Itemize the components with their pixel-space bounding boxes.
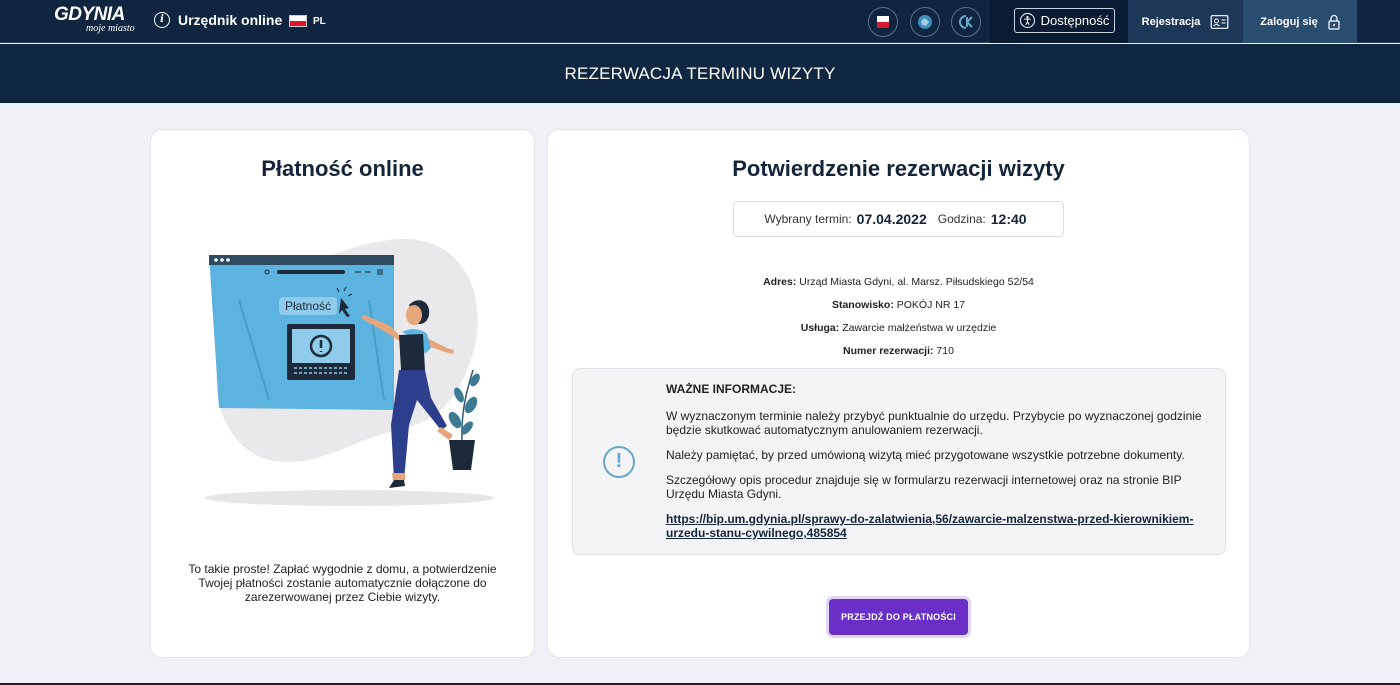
poland-flag-icon [289, 15, 307, 27]
accessibility-icon [1019, 13, 1035, 28]
logo-main-text: GDYNIA [54, 4, 125, 25]
important-info-content: WAŻNE INFORMACJE: W wyznaczonym terminie… [666, 382, 1206, 540]
ck-button[interactable] [951, 7, 981, 37]
detail-service: Usługa: Zawarcie małżeństwa w urzędzie [548, 322, 1249, 345]
confirmation-card: Potwierdzenie rezerwacji wizyty Wybrany … [547, 129, 1250, 658]
time-value: 12:40 [990, 211, 1027, 227]
top-bar: GDYNIA moje miasto i Urzędnik online PL [0, 0, 1400, 43]
info-paragraph-procedures: Szczegółowy opis procedur znajduje się w… [666, 473, 1182, 501]
reservation-details: Adres: Urząd Miasta Gdyni, al. Marsz. Pi… [548, 276, 1249, 368]
address-label: Adres: [763, 276, 797, 288]
ue-button[interactable] [910, 7, 940, 37]
register-button[interactable]: Rejestracja [1128, 0, 1243, 43]
payment-card-title: Płatność online [261, 156, 424, 181]
term-label: Wybrany termin: [764, 212, 852, 226]
important-info-title: WAŻNE INFORMACJE: [666, 382, 796, 396]
reservation-number-value: 710 [936, 345, 954, 357]
page-title-band: REZERWACJA TERMINU WIZYTY [0, 44, 1400, 103]
accessibility-button[interactable]: Dostępność [1014, 8, 1115, 33]
globe-icon [918, 15, 932, 29]
language-switcher[interactable]: PL [289, 15, 326, 27]
id-card-icon [1210, 14, 1229, 29]
service-label: Usługa: [800, 322, 840, 334]
register-label: Rejestracja [1141, 15, 1201, 28]
detail-reservation-number: Numer rezerwacji: 710 [548, 345, 1249, 368]
gdynia-logo[interactable]: GDYNIA moje miasto [54, 4, 144, 36]
selected-term-box: Wybrany termin: 07.04.2022 Godzina: 12:4… [733, 201, 1064, 237]
service-value: Zawarcie małżeństwa w urzędzie [842, 322, 997, 334]
epuap-button[interactable] [868, 7, 898, 37]
crest-icon [877, 16, 889, 28]
confirmation-card-title: Potwierdzenie rezerwacji wizyty [732, 156, 1065, 181]
station-label: Stanowisko: [831, 299, 894, 311]
language-label: PL [313, 15, 326, 27]
info-icon: i [154, 12, 170, 28]
login-label: Zaloguj się [1260, 15, 1318, 28]
bip-procedure-link[interactable]: https://bip.um.gdynia.pl/sprawy-do-zalat… [666, 512, 1206, 540]
info-paragraph-punctuality: W wyznaczonym terminie należy przybyć pu… [666, 409, 1202, 437]
address-value: Urząd Miasta Gdyni, al. Marsz. Piłsudski… [799, 276, 1034, 288]
term-date: 07.04.2022 [856, 211, 927, 227]
important-info-box: ! WAŻNE INFORMACJE: W wyznaczonym termin… [572, 368, 1226, 555]
lock-icon [1328, 14, 1340, 30]
time-label: Godzina: [937, 212, 986, 226]
login-button[interactable]: Zaloguj się [1243, 0, 1357, 43]
app-title-label: Urzędnik online [178, 12, 283, 28]
ck-logo-icon [959, 15, 973, 29]
info-paragraph-documents: Należy pamiętać, by przed umówioną wizyt… [666, 448, 1185, 462]
logo-sub-text: moje miasto [86, 23, 135, 34]
accessibility-label: Dostępność [1040, 13, 1110, 28]
page-title: REZERWACJA TERMINU WIZYTY [564, 63, 836, 83]
online-payment-illustration: Płatność [204, 238, 494, 506]
app-title[interactable]: i Urzędnik online [154, 12, 282, 28]
detail-address: Adres: Urząd Miasta Gdyni, al. Marsz. Pi… [548, 276, 1249, 299]
detail-station: Stanowisko: POKÓJ NR 17 [548, 299, 1249, 322]
go-to-payment-button[interactable]: PRZEJDŹ DO PŁATNOŚCI [829, 599, 968, 635]
station-value: POKÓJ NR 17 [896, 299, 966, 311]
payment-card: Płatność online Płatność To takie proste… [150, 129, 535, 658]
exclamation-icon: ! [603, 446, 635, 478]
illustration-payment-label: Płatność [285, 299, 331, 313]
payment-description: To takie proste! Zapłać wygodnie z domu,… [188, 562, 497, 604]
reservation-number-label: Numer rezerwacji: [843, 345, 934, 357]
